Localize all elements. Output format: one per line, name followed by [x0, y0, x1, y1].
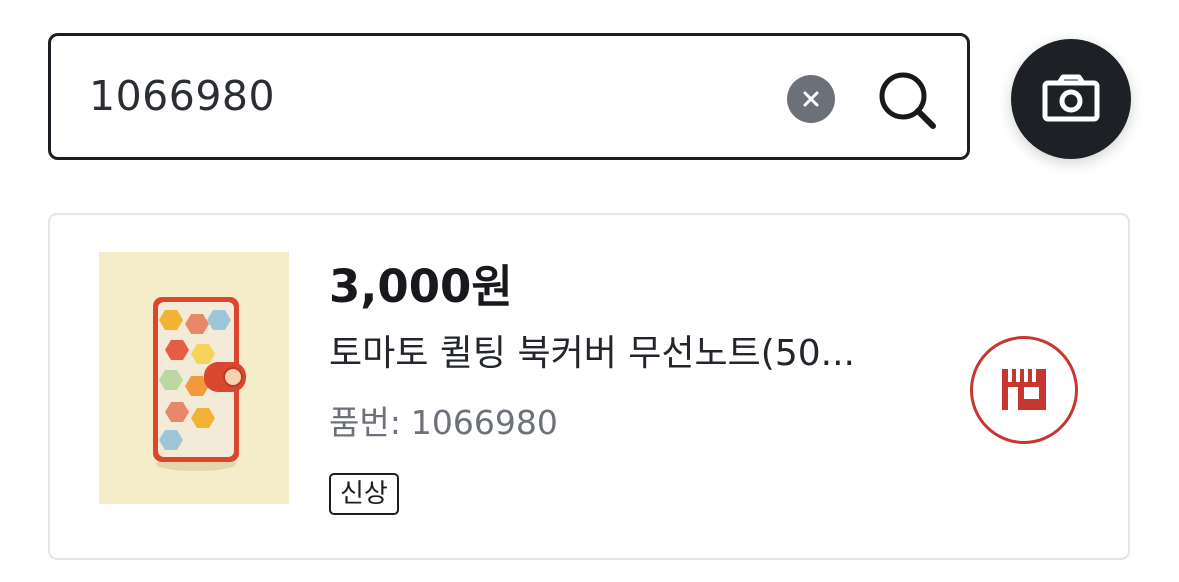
- camera-icon: [1042, 74, 1100, 122]
- store-icon: [1002, 369, 1046, 410]
- search-button[interactable]: [877, 70, 939, 132]
- product-code-value: 1066980: [410, 403, 558, 442]
- product-code-label: 품번:: [329, 403, 401, 442]
- store-stock-button[interactable]: [970, 336, 1078, 444]
- search-input[interactable]: 1066980: [89, 36, 275, 157]
- product-image[interactable]: [99, 252, 289, 504]
- product-card[interactable]: 3,000원 토마토 퀼팅 북커버 무선노트(50... 품번: 1066980 …: [48, 213, 1130, 560]
- close-icon: [803, 91, 819, 107]
- product-price: 3,000원: [329, 260, 513, 313]
- product-code: 품번: 1066980: [329, 401, 558, 445]
- search-icon: [879, 72, 936, 129]
- camera-search-button[interactable]: [1011, 39, 1131, 159]
- search-field[interactable]: 1066980: [48, 33, 970, 160]
- product-title[interactable]: 토마토 퀼팅 북커버 무선노트(50...: [329, 330, 895, 378]
- clear-search-button[interactable]: [787, 75, 835, 123]
- new-badge: 신상: [329, 473, 399, 515]
